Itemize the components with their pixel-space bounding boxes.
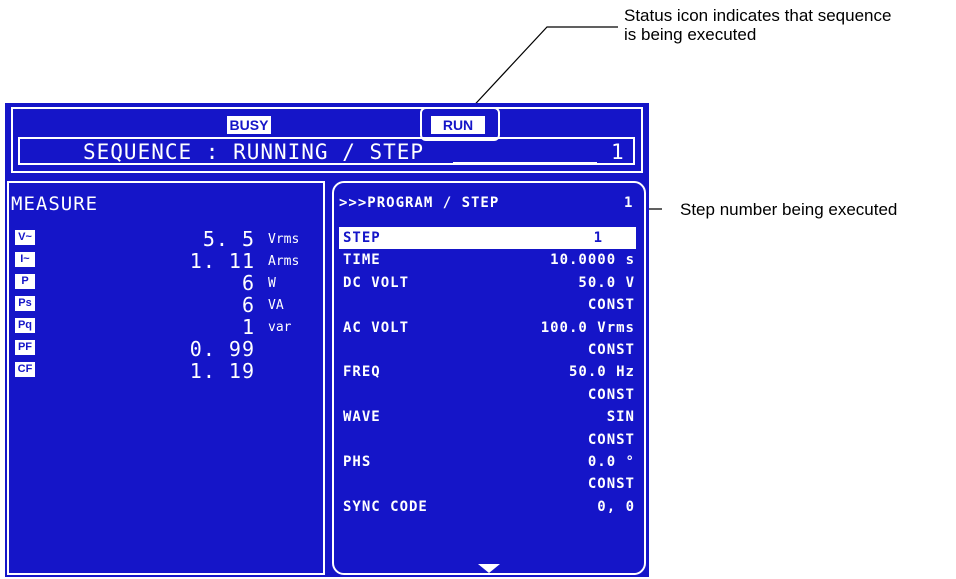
measure-title: MEASURE — [11, 193, 99, 215]
measure-row: V~ 5. 5 Vrms — [15, 227, 315, 251]
measure-row: P 6W — [15, 271, 315, 295]
measure-value: 5. 5 — [202, 227, 255, 251]
program-title: >>>PROGRAM / STEP — [339, 195, 500, 211]
apparent-power-icon: Ps — [15, 296, 35, 311]
status-icon-annotation-line2: is being executed — [624, 25, 757, 44]
measure-value: 6 — [241, 293, 255, 317]
program-row-value[interactable]: CONST — [588, 432, 635, 448]
program-row-label: SYNC CODE — [343, 498, 428, 515]
program-row-label: DC VOLT — [343, 274, 410, 291]
program-title-step: 1 — [624, 195, 633, 211]
program-row-value[interactable]: CONST — [588, 387, 635, 403]
sequence-status-label: SEQUENCE : RUNNING / STEP — [83, 140, 425, 164]
measure-unit: Vrms — [268, 232, 300, 247]
busy-status-icon: BUSY — [227, 116, 271, 134]
step-number-annotation: Step number being executed — [680, 200, 898, 219]
program-row-label: AC VOLT — [343, 319, 410, 336]
program-row-value[interactable]: 100.0 Vrms — [541, 320, 635, 336]
measure-row: Ps 6 VA — [15, 293, 315, 317]
measure-row: I~ 1. 11 Arms — [15, 249, 315, 273]
measure-unit: W — [268, 276, 276, 291]
voltage-ac-icon: V~ — [15, 230, 35, 245]
power-icon: P — [15, 274, 35, 289]
sequence-step-number: 1 — [611, 140, 624, 164]
program-row-label: FREQ — [343, 364, 381, 381]
step-underline — [453, 162, 597, 164]
program-row-value[interactable]: CONST — [588, 297, 635, 313]
measure-value: 1 — [241, 315, 255, 339]
run-status-icon: RUN — [431, 116, 485, 134]
program-row-value[interactable]: CONST — [588, 342, 635, 358]
current-ac-icon: I~ — [15, 252, 35, 267]
sequence-status-text: SEQUENCE : RUNNING / STEP — [83, 140, 424, 164]
reactive-power-icon: Pq — [15, 318, 35, 333]
program-row-label: PHS — [343, 454, 372, 470]
measure-unit: VA — [268, 298, 284, 313]
program-row-value[interactable]: 50.0 V — [578, 275, 635, 291]
status-icon-annotation-line1: Status icon indicates that sequence — [624, 6, 892, 25]
program-row-value[interactable]: 0.0 ° — [588, 454, 635, 470]
program-row-label: WAVE — [343, 409, 381, 426]
program-row-value[interactable]: 0, 0 — [597, 499, 635, 515]
measure-value: 1. 11 — [189, 249, 255, 273]
program-row-value[interactable]: SIN — [607, 409, 635, 425]
measure-value: 0. 99 — [189, 337, 255, 361]
program-row-label: STEP — [343, 230, 381, 246]
power-factor-icon: PF — [15, 340, 35, 355]
measure-row: PF 0. 99 — [15, 337, 315, 361]
lcd-screen: BUSY RUN SEQUENCE : RUNNING / STEP 1 MEA… — [5, 103, 649, 577]
crest-factor-icon: CF — [15, 362, 35, 377]
program-row-value[interactable]: 1 — [594, 230, 603, 246]
measure-value: 1. 19 — [189, 359, 255, 383]
program-row-value[interactable]: CONST — [588, 476, 635, 492]
program-row-label: TIME — [343, 252, 381, 269]
scroll-down-arrow-icon[interactable] — [478, 564, 500, 573]
program-row-value[interactable]: 50.0 Hz — [569, 364, 635, 380]
status-icon-annotation: Status icon indicates that sequence is b… — [624, 6, 891, 44]
measure-row: CF 1. 19 — [15, 359, 315, 383]
step-row-highlight[interactable] — [339, 227, 636, 249]
measure-value: 6 — [241, 271, 255, 295]
status-icon-leader — [465, 26, 618, 115]
measure-unit: var — [268, 320, 292, 335]
program-row-value[interactable]: 10.0000 s — [550, 252, 635, 268]
measure-unit: Arms — [268, 254, 300, 269]
measure-row: Pq 1 var — [15, 315, 315, 339]
